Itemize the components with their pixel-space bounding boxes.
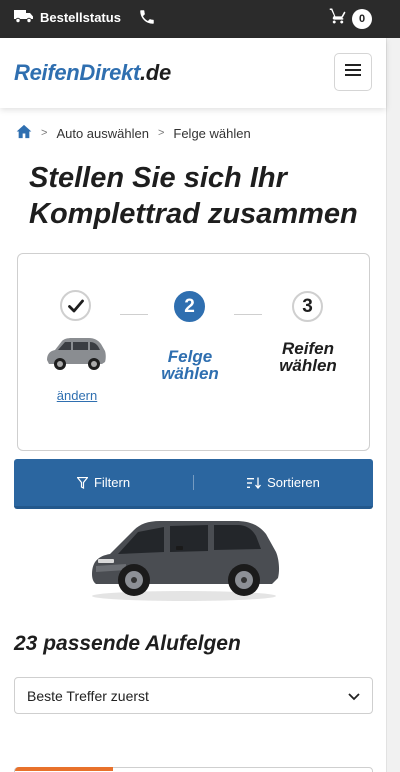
hamburger-icon: [345, 63, 361, 81]
sort-select[interactable]: Beste Treffer zuerst: [14, 677, 373, 714]
step2-circle: 2: [174, 291, 205, 322]
breadcrumb-item-felge: Felge wählen: [173, 125, 251, 141]
car-preview-image: [92, 521, 280, 601]
filter-icon: [76, 476, 88, 489]
breadcrumb-separator: >: [157, 127, 165, 139]
logo-text-main: ReifenDirekt: [14, 60, 140, 85]
cart-count-badge: 0: [352, 8, 372, 29]
site-header: ReifenDirekt.de: [0, 38, 386, 108]
filter-sort-bar: Filtern Sortieren: [14, 459, 373, 509]
site-logo[interactable]: ReifenDirekt.de: [14, 60, 171, 86]
change-car-link[interactable]: ändern: [18, 388, 136, 403]
breadcrumb-item-auto[interactable]: Auto auswählen: [56, 126, 149, 141]
order-status-label: Bestellstatus: [40, 10, 121, 25]
product-card[interactable]: [14, 767, 373, 772]
sort-label: Sortieren: [267, 475, 320, 490]
results-heading: 23 passende Alufelgen: [14, 632, 241, 655]
sort-icon: [247, 477, 262, 489]
home-icon[interactable]: [16, 124, 32, 142]
top-bar: Bestellstatus 0: [0, 0, 400, 38]
step1-done-circle: [60, 290, 91, 321]
configurator-steps: 2 3 ändern Felge wählen Reifen wählen: [17, 253, 370, 451]
step3-label: Reifen wählen: [253, 340, 363, 374]
chevron-down-icon: [348, 688, 360, 704]
filter-button[interactable]: Filtern: [14, 459, 193, 506]
logo-text-tld: .de: [140, 60, 171, 85]
sort-button[interactable]: Sortieren: [194, 459, 373, 506]
step3-circle: 3: [292, 291, 323, 322]
order-status-link[interactable]: Bestellstatus: [14, 9, 121, 26]
scrollbar[interactable]: [386, 38, 400, 772]
page-title: Stellen Sie sich Ihr Komplettrad zusamme…: [29, 162, 358, 230]
step3-label-line2: wählen: [279, 356, 337, 375]
selected-car-thumbnail: [47, 338, 106, 370]
step2-label-line2: wählen: [161, 364, 219, 383]
cart-button[interactable]: 0: [329, 7, 372, 30]
step-connector: [120, 314, 148, 315]
breadcrumb-separator: >: [41, 127, 48, 139]
checkmark-icon: [67, 299, 84, 312]
breadcrumb: > Auto auswählen > Felge wählen: [16, 124, 251, 142]
filter-label: Filtern: [93, 475, 131, 490]
step-connector: [234, 314, 262, 315]
step3-label-line1: Reifen: [282, 339, 334, 358]
step2-label-line1: Felge: [167, 347, 213, 366]
step2-label: Felge wählen: [135, 348, 245, 382]
cart-icon: [329, 7, 347, 30]
sort-select-value: Beste Treffer zuerst: [27, 687, 149, 704]
product-card-accent: [15, 767, 113, 771]
truck-icon: [14, 9, 34, 26]
menu-button[interactable]: [334, 53, 372, 91]
phone-icon[interactable]: [138, 8, 156, 31]
